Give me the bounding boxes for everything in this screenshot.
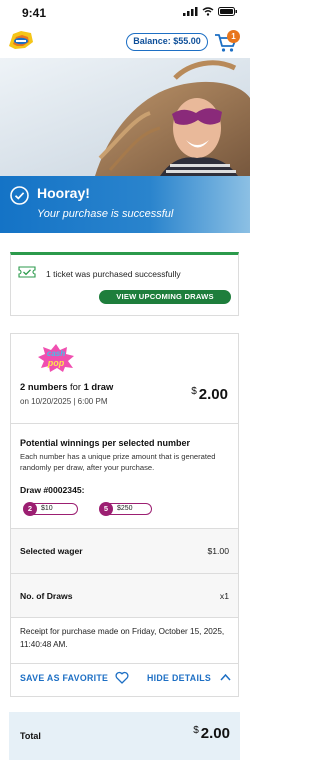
success-banner: Hooray! Your purchase is successful bbox=[0, 176, 250, 233]
logo-text-cash: cash bbox=[47, 349, 65, 358]
selected-wager-row: Selected wager $1.00 bbox=[11, 529, 238, 573]
purchase-confirmation-card: 1 ticket was purchased successfully VIEW… bbox=[10, 252, 239, 316]
total-value: 2.00 bbox=[200, 725, 230, 742]
lottery-logo-icon[interactable] bbox=[7, 30, 35, 50]
status-time: 9:41 bbox=[22, 6, 47, 20]
total-bar: Total $2.00 bbox=[9, 712, 240, 760]
ticket-details-card: cash pop 2 numbers for 1 draw on 10/20/2… bbox=[10, 333, 239, 697]
view-upcoming-draws-button[interactable]: VIEW UPCOMING DRAWS bbox=[99, 290, 231, 304]
chevron-up-icon[interactable] bbox=[220, 673, 231, 682]
signal-icon bbox=[183, 7, 198, 16]
number-of-draws-row: No. of Draws x1 bbox=[11, 574, 238, 617]
price-amount: 2.00 bbox=[198, 386, 228, 403]
draw-number: Draw #0002345: bbox=[20, 485, 85, 495]
draw-datetime: on 10/20/2025 | 6:00 PM bbox=[20, 397, 108, 406]
pick-pill: 5 $250 bbox=[99, 502, 152, 516]
app-header: Balance: $55.00 bbox=[0, 26, 250, 58]
pick-prize: $10 bbox=[41, 505, 53, 512]
divider bbox=[11, 663, 238, 664]
balance-button[interactable]: Balance: $55.00 bbox=[126, 33, 208, 51]
battery-icon bbox=[218, 7, 237, 16]
wager-value: $1.00 bbox=[207, 546, 229, 556]
confirmation-message: 1 ticket was purchased successfully bbox=[46, 269, 181, 279]
wifi-icon bbox=[202, 7, 214, 16]
wager-label: Selected wager bbox=[20, 546, 83, 556]
total-label: Total bbox=[20, 731, 41, 741]
pick-number: 2 bbox=[23, 502, 37, 516]
potential-winnings-description: Each number has a unique prize amount th… bbox=[20, 452, 216, 472]
check-circle-icon bbox=[10, 186, 29, 205]
ticket-price: $2.00 bbox=[191, 386, 228, 403]
draws-label: No. of Draws bbox=[20, 591, 73, 601]
total-amount: $2.00 bbox=[193, 725, 230, 742]
status-icons bbox=[183, 7, 238, 16]
status-bar: 9:41 bbox=[0, 0, 250, 26]
numbers-summary: 2 numbers for 1 draw bbox=[20, 381, 113, 392]
price-currency: $ bbox=[191, 386, 197, 397]
pick-pill: 2 $10 bbox=[23, 502, 78, 516]
cash-pop-logo: cash pop bbox=[38, 344, 74, 372]
banner-subtitle: Your purchase is successful bbox=[37, 208, 174, 220]
banner-title: Hooray! bbox=[37, 185, 90, 201]
logo-text-pop: pop bbox=[47, 358, 65, 368]
numbers-count: 2 numbers bbox=[20, 381, 68, 392]
cart-count-badge: 1 bbox=[227, 30, 240, 43]
divider bbox=[11, 423, 238, 424]
potential-winnings-title: Potential winnings per selected number bbox=[20, 438, 191, 448]
receipt-text: Receipt for purchase made on Friday, Oct… bbox=[20, 627, 225, 649]
draws-value: x1 bbox=[219, 591, 229, 601]
hide-details-button[interactable]: HIDE DETAILS bbox=[147, 673, 211, 683]
numbers-for: for bbox=[70, 381, 81, 392]
pick-prize: $250 bbox=[117, 505, 133, 512]
divider bbox=[11, 617, 238, 618]
total-currency: $ bbox=[193, 725, 199, 736]
heart-icon[interactable] bbox=[115, 671, 129, 684]
draws-count: 1 draw bbox=[83, 381, 114, 392]
celebration-photo bbox=[95, 60, 250, 176]
save-as-favorite-button[interactable]: SAVE AS FAVORITE bbox=[20, 673, 108, 683]
ticket-check-icon bbox=[18, 266, 36, 278]
pick-number: 5 bbox=[99, 502, 113, 516]
hero-image bbox=[0, 58, 250, 176]
